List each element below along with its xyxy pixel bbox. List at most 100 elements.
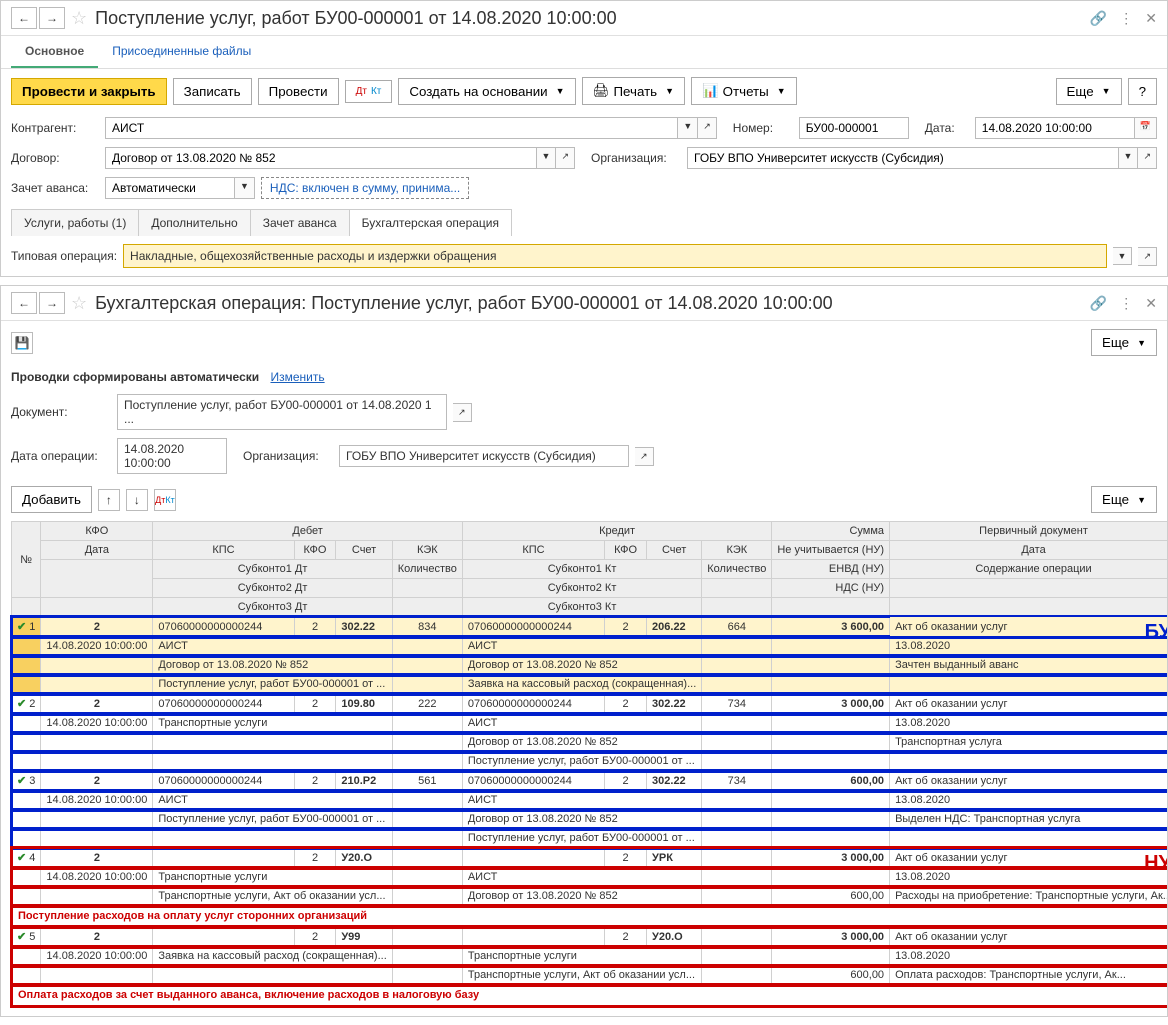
- col-account: Счет: [647, 541, 702, 560]
- star-icon[interactable]: ☆: [71, 293, 87, 314]
- dtkt-icon-button[interactable]: ДтКт: [345, 80, 393, 103]
- col-sub3kt: Субконто3 Кт: [462, 598, 701, 617]
- menu-icon[interactable]: ⋮: [1119, 295, 1133, 312]
- table-row[interactable]: Поступление услуг, работ БУ00-000001 от …: [12, 675, 1168, 694]
- entries-table[interactable]: № КФО Дебет Кредит Сумма Первичный докум…: [11, 521, 1167, 1006]
- table-row[interactable]: Поступление услуг, работ БУ00-000001 от …: [12, 810, 1168, 829]
- contract-field[interactable]: [105, 147, 537, 169]
- col-debit: Дебет: [153, 522, 463, 541]
- col-sub1kt: Субконто1 Кт: [462, 560, 701, 579]
- open-icon[interactable]: ↗: [1138, 147, 1157, 169]
- move-down-button[interactable]: ↓: [126, 489, 148, 511]
- prepay-label: Зачет аванса:: [11, 181, 99, 195]
- table-row[interactable]: Договор от 13.08.2020 № 852 Договор от 1…: [12, 656, 1168, 675]
- dropdown-icon[interactable]: ▼: [678, 117, 698, 139]
- open-icon[interactable]: ↗: [1138, 247, 1157, 266]
- nav-back-button[interactable]: ←: [11, 292, 37, 314]
- table-row[interactable]: 14.08.2020 10:00:00 Транспортные услуги …: [12, 714, 1168, 733]
- dropdown-icon[interactable]: ▼: [1119, 147, 1139, 169]
- table-row[interactable]: 14.08.2020 10:00:00 АИСТ АИСТ 13.08.2020: [12, 637, 1168, 656]
- window-title: Поступление услуг, работ БУ00-000001 от …: [95, 8, 1090, 29]
- table-row[interactable]: ✔ 3 2 070600000000002442210.Р2561 070600…: [12, 771, 1168, 791]
- col-sub3dt: Субконто3 Дт: [153, 598, 392, 617]
- table-row[interactable]: Транспортные услуги, Акт об оказании усл…: [12, 966, 1168, 985]
- col-qty: Количество: [392, 560, 462, 579]
- date-field[interactable]: [975, 117, 1135, 139]
- org-field[interactable]: ГОБУ ВПО Университет искусств (Субсидия): [339, 445, 629, 467]
- col-account: Счет: [336, 541, 392, 560]
- more-button[interactable]: Еще▼: [1091, 486, 1157, 513]
- inner-tabs: Услуги, работы (1) Дополнительно Зачет а…: [1, 203, 1167, 236]
- dropdown-icon[interactable]: ▼: [1113, 247, 1133, 265]
- create-from-button[interactable]: Создать на основании▼: [398, 78, 575, 105]
- more-button[interactable]: Еще▼: [1056, 78, 1122, 105]
- org-field[interactable]: [687, 147, 1119, 169]
- nav-back-button[interactable]: ←: [11, 7, 37, 29]
- change-link[interactable]: Изменить: [270, 370, 324, 384]
- tab-attached[interactable]: Присоединенные файлы: [98, 36, 265, 68]
- dropdown-icon[interactable]: ▼: [235, 177, 255, 199]
- table-row[interactable]: ✔ 1 2 070600000000002442302.22834 070600…: [12, 617, 1168, 637]
- close-icon[interactable]: ✕: [1145, 10, 1157, 27]
- typical-op-field[interactable]: Накладные, общехозяйственные расходы и и…: [123, 244, 1107, 268]
- check-icon: ✔: [17, 621, 26, 633]
- reports-button[interactable]: 📊 Отчеты▼: [691, 77, 797, 105]
- opdate-label: Дата операции:: [11, 449, 111, 463]
- check-icon: ✔: [17, 775, 26, 787]
- col-kps: КПС: [462, 541, 604, 560]
- close-icon[interactable]: ✕: [1145, 295, 1157, 312]
- table-row[interactable]: 14.08.2020 10:00:00 Заявка на кассовый р…: [12, 947, 1168, 966]
- more-button[interactable]: Еще▼: [1091, 329, 1157, 356]
- number-field[interactable]: [799, 117, 909, 139]
- table-row[interactable]: Поступление услуг, работ БУ00-000001 от …: [12, 829, 1168, 848]
- prepay-field[interactable]: [105, 177, 235, 199]
- vat-link[interactable]: НДС: включен в сумму, принима...: [261, 177, 469, 199]
- tab-main[interactable]: Основное: [11, 36, 98, 68]
- nav-forward-button[interactable]: →: [39, 7, 65, 29]
- link-icon[interactable]: 🔗: [1090, 10, 1107, 27]
- table-row[interactable]: Поступление услуг, работ БУ00-000001 от …: [12, 752, 1168, 771]
- table-row[interactable]: 14.08.2020 10:00:00 АИСТ АИСТ 13.08.2020: [12, 791, 1168, 810]
- help-button[interactable]: ?: [1128, 78, 1157, 105]
- open-icon[interactable]: ↗: [556, 147, 575, 169]
- col-kfo: КФО: [294, 541, 336, 560]
- tab-services[interactable]: Услуги, работы (1): [11, 209, 139, 236]
- post-close-button[interactable]: Провести и закрыть: [11, 78, 167, 105]
- open-icon[interactable]: ↗: [453, 403, 472, 422]
- col-content: Содержание операции: [890, 560, 1167, 579]
- nav-forward-button[interactable]: →: [39, 292, 65, 314]
- menu-icon[interactable]: ⋮: [1119, 10, 1133, 27]
- table-row[interactable]: Транспортные услуги, Акт об оказании усл…: [12, 887, 1168, 906]
- dtkt-icon-button[interactable]: ДтКт: [154, 489, 176, 511]
- table-row[interactable]: ✔ 5 2 2У99 2У20.О 3 000,00 Акт об оказан…: [12, 927, 1168, 947]
- col-kek: КЭК: [392, 541, 462, 560]
- dropdown-icon[interactable]: ▼: [537, 147, 557, 169]
- link-icon[interactable]: 🔗: [1090, 295, 1107, 312]
- red-annotation-1: Поступление расходов на оплату услуг сто…: [12, 906, 1168, 927]
- calendar-icon[interactable]: 📅: [1135, 117, 1157, 139]
- print-button[interactable]: 🖨 Печать▼: [582, 77, 686, 105]
- tab-additional[interactable]: Дополнительно: [138, 209, 250, 236]
- check-icon: ✔: [17, 698, 26, 710]
- document-field[interactable]: Поступление услуг, работ БУ00-000001 от …: [117, 394, 447, 430]
- toolbar: Провести и закрыть Записать Провести ДтК…: [1, 69, 1167, 113]
- star-icon[interactable]: ☆: [71, 8, 87, 29]
- contractor-field[interactable]: [105, 117, 678, 139]
- table-row[interactable]: ✔ 4 2 2У20.О 2УРК 3 000,00 Акт об оказан…: [12, 848, 1168, 868]
- col-num: №: [12, 522, 41, 598]
- tab-acc-op[interactable]: Бухгалтерская операция: [349, 209, 512, 236]
- col-kps: КПС: [153, 541, 294, 560]
- table-row[interactable]: 14.08.2020 10:00:00 Транспортные услуги …: [12, 868, 1168, 887]
- add-button[interactable]: Добавить: [11, 486, 92, 513]
- table-row[interactable]: Договор от 13.08.2020 № 852 Транспортная…: [12, 733, 1168, 752]
- save-button[interactable]: Записать: [173, 78, 252, 105]
- move-up-button[interactable]: ↑: [98, 489, 120, 511]
- open-icon[interactable]: ↗: [635, 447, 654, 466]
- open-icon[interactable]: ↗: [698, 117, 717, 139]
- org-label: Организация:: [243, 449, 333, 463]
- tab-prepay[interactable]: Зачет аванса: [250, 209, 350, 236]
- save-icon-button[interactable]: 💾: [11, 332, 33, 354]
- table-row[interactable]: ✔ 2 2 070600000000002442109.80222 070600…: [12, 694, 1168, 714]
- post-button[interactable]: Провести: [258, 78, 339, 105]
- check-icon: ✔: [17, 931, 26, 943]
